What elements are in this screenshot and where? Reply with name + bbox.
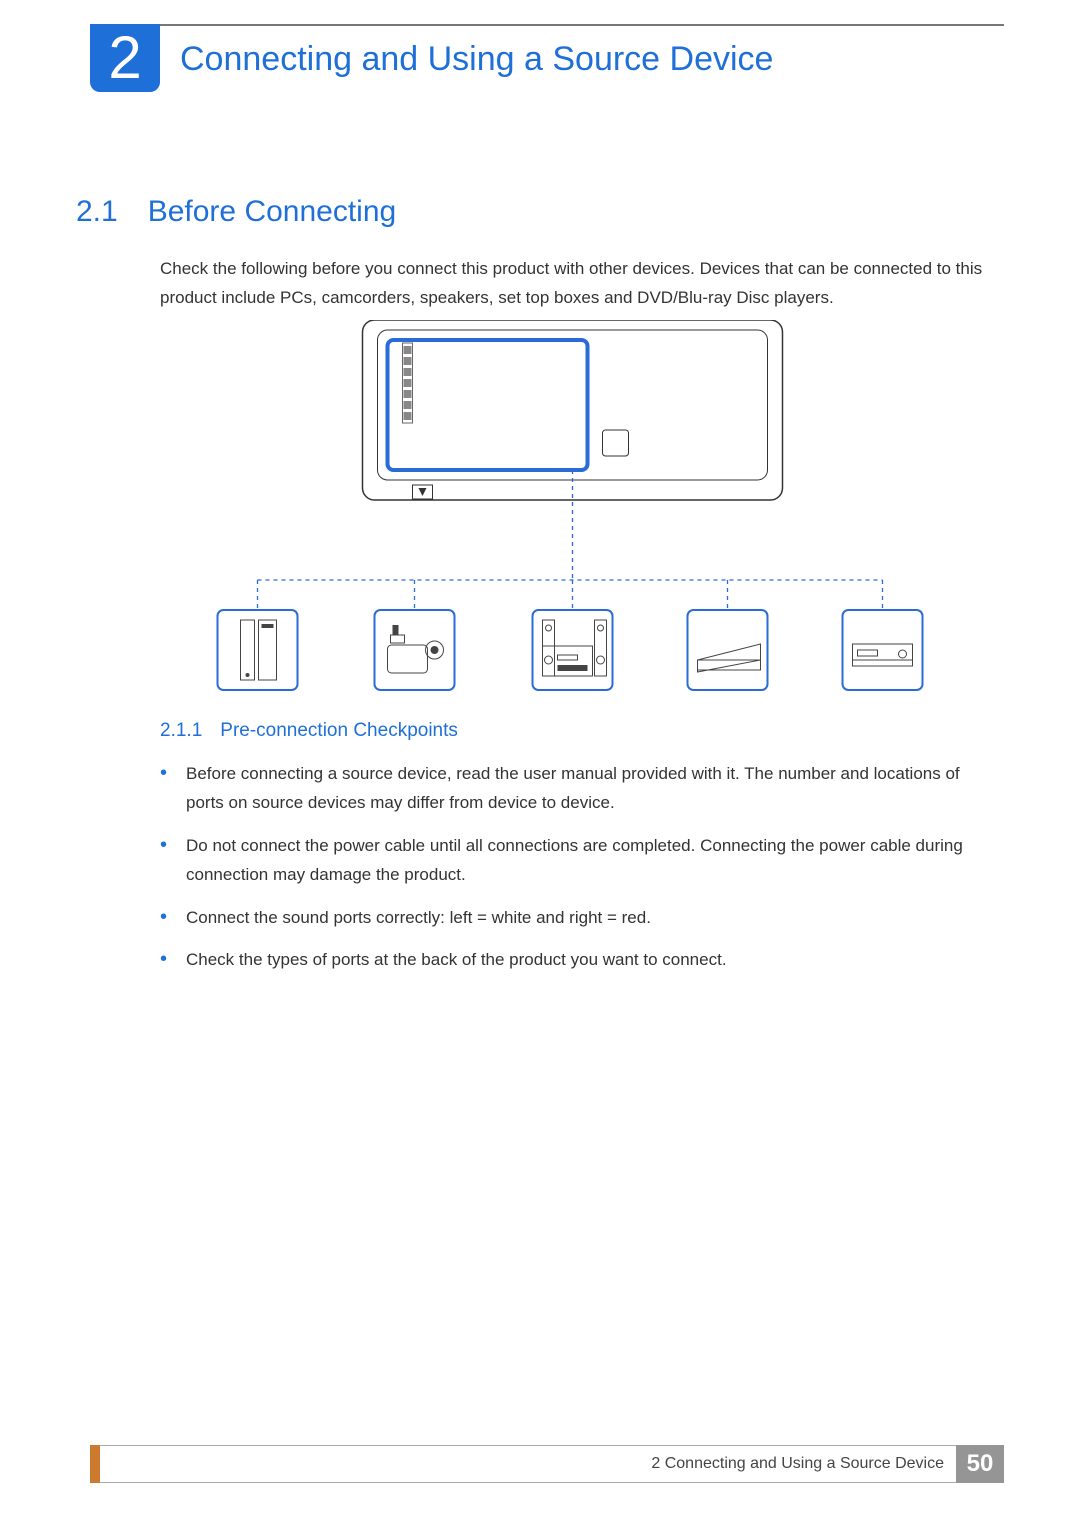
device-dvdplayer-icon xyxy=(843,610,923,690)
list-item: • Connect the sound ports correctly: lef… xyxy=(160,904,985,933)
bullet-icon: • xyxy=(160,760,172,818)
list-item: • Do not connect the power cable until a… xyxy=(160,832,985,890)
section-title: Before Connecting xyxy=(148,195,397,229)
top-rule xyxy=(90,24,1004,26)
chapter-number-box: 2 xyxy=(90,24,160,92)
bullet-text: Do not connect the power cable until all… xyxy=(186,832,985,890)
bullet-icon: • xyxy=(160,946,172,975)
device-pc-icon xyxy=(218,610,298,690)
list-item: • Check the types of ports at the back o… xyxy=(160,946,985,975)
connection-lines-icon xyxy=(258,470,883,610)
device-speakers-icon xyxy=(533,610,613,690)
bullet-list: • Before connecting a source device, rea… xyxy=(160,760,985,989)
subsection-number: 2.1.1 xyxy=(160,720,202,742)
footer-page-number: 50 xyxy=(956,1445,1004,1483)
bullet-icon: • xyxy=(160,904,172,933)
bullet-text: Connect the sound ports correctly: left … xyxy=(186,904,651,933)
section-heading: 2.1 Before Connecting xyxy=(76,195,396,229)
chapter-title: Connecting and Using a Source Device xyxy=(180,40,773,79)
device-camcorder-icon xyxy=(375,610,455,690)
connection-diagram xyxy=(160,320,985,700)
footer-accent xyxy=(90,1445,100,1483)
footer-bar: 2 Connecting and Using a Source Device 5… xyxy=(90,1445,1004,1483)
list-item: • Before connecting a source device, rea… xyxy=(160,760,985,818)
bullet-text: Check the types of ports at the back of … xyxy=(186,946,727,975)
chapter-number: 2 xyxy=(108,28,141,88)
subsection-title: Pre-connection Checkpoints xyxy=(220,720,458,742)
bullet-icon: • xyxy=(160,832,172,890)
subsection-heading: 2.1.1 Pre-connection Checkpoints xyxy=(160,720,458,742)
footer-label: 2 Connecting and Using a Source Device xyxy=(100,1445,956,1483)
section-number: 2.1 xyxy=(76,195,118,229)
device-settopbox-icon xyxy=(688,610,768,690)
bullet-text: Before connecting a source device, read … xyxy=(186,760,985,818)
section-paragraph: Check the following before you connect t… xyxy=(160,255,985,313)
